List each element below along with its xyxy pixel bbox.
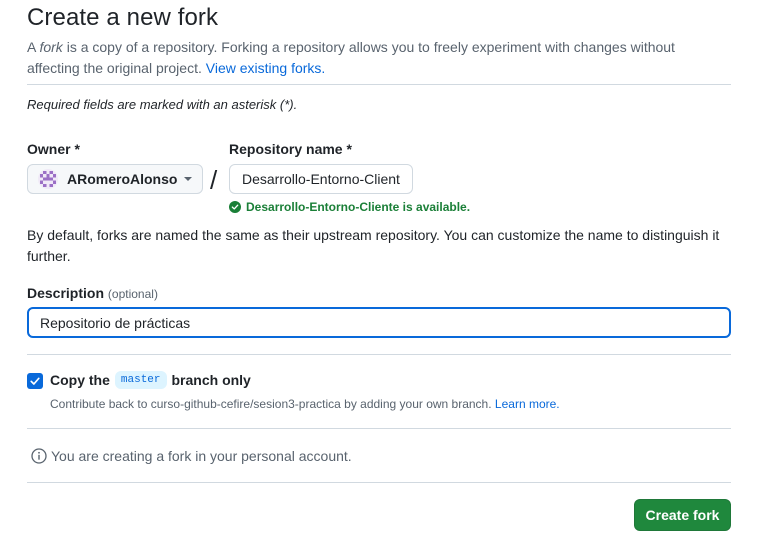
chevron-down-icon — [184, 177, 192, 181]
subtitle-fork-word: fork — [39, 39, 63, 55]
divider — [27, 354, 731, 355]
copy-branch-checkbox[interactable] — [27, 373, 43, 389]
copy-branch-label[interactable]: Copy the master branch only — [50, 371, 251, 389]
checkmark-icon — [30, 377, 40, 385]
copy-branch-label-prefix: Copy the — [50, 372, 110, 388]
fork-info: You are creating a fork in your personal… — [31, 448, 352, 464]
avatar — [38, 169, 58, 189]
description-label-text: Description — [27, 285, 105, 301]
subtitle-text: is a copy of a repository. Forking a rep… — [27, 39, 675, 76]
view-existing-forks-link[interactable]: View existing forks. — [206, 60, 326, 76]
check-circle-icon — [229, 201, 241, 213]
create-fork-button[interactable]: Create fork — [634, 499, 731, 531]
page-subtitle: A fork is a copy of a repository. Forkin… — [27, 37, 727, 79]
subtitle-prefix: A — [27, 39, 40, 55]
owner-label: Owner * — [27, 141, 80, 157]
divider — [27, 428, 731, 429]
description-input[interactable] — [27, 307, 731, 338]
required-fields-note: Required fields are marked with an aster… — [27, 97, 298, 112]
fork-info-text: You are creating a fork in your personal… — [51, 448, 352, 464]
page-title: Create a new fork — [27, 4, 219, 31]
owner-dropdown[interactable]: ARomeroAlonso — [27, 164, 203, 194]
copy-branch-label-suffix: branch only — [171, 372, 251, 388]
copy-branch-help-text: Contribute back to curso-github-cefire/s… — [50, 397, 492, 411]
availability-text: Desarrollo-Entorno-Cliente is available. — [246, 200, 471, 214]
repository-name-label: Repository name * — [229, 141, 352, 157]
divider — [27, 84, 731, 85]
branch-name-badge: master — [114, 371, 167, 389]
copy-branch-help: Contribute back to curso-github-cefire/s… — [50, 397, 560, 411]
description-label: Description (optional) — [27, 285, 158, 301]
owner-name: ARomeroAlonso — [67, 171, 178, 187]
info-icon — [31, 448, 47, 464]
divider — [27, 482, 731, 483]
learn-more-link[interactable]: Learn more. — [495, 397, 560, 411]
availability-status: Desarrollo-Entorno-Cliente is available. — [229, 200, 470, 214]
repository-name-input[interactable] — [229, 164, 413, 194]
optional-hint: (optional) — [107, 287, 158, 301]
owner-repo-separator: / — [210, 165, 218, 195]
default-name-note: By default, forks are named the same as … — [27, 227, 720, 264]
